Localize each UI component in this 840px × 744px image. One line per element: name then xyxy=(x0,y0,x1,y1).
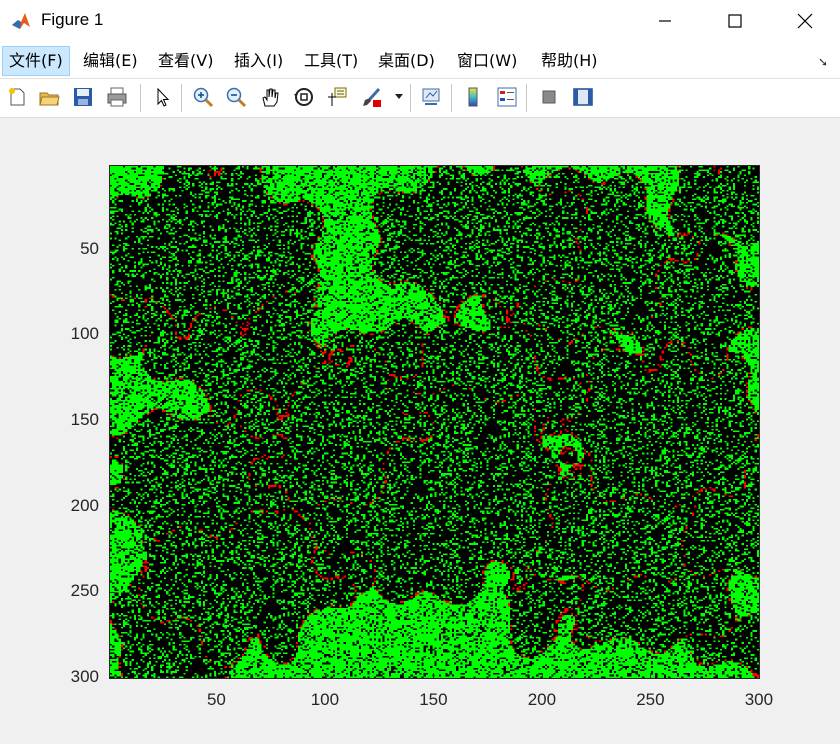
title-bar: Figure 1 xyxy=(0,0,840,42)
toolbar-separator xyxy=(451,84,452,112)
x-tick-label: 100 xyxy=(310,690,340,709)
print-button[interactable] xyxy=(103,83,131,111)
open-file-icon xyxy=(39,92,60,106)
brush-dropdown-button[interactable] xyxy=(390,83,408,111)
show-plot-tools-button[interactable] xyxy=(569,83,597,111)
y-tick-label: 150 xyxy=(70,410,99,430)
x-tick-label: 200 xyxy=(527,690,557,709)
hide-plot-tools-button[interactable] xyxy=(535,83,563,111)
x-tick-label: 50 xyxy=(206,690,226,709)
y-tick-mark xyxy=(109,507,115,508)
new-figure-button[interactable] xyxy=(3,83,31,111)
y-tick-mark xyxy=(109,335,115,336)
maximize-icon xyxy=(728,14,742,28)
save-button[interactable] xyxy=(69,83,97,111)
hide-plot-tools-icon xyxy=(542,90,556,104)
brush-icon xyxy=(363,87,381,107)
x-tick-mark xyxy=(325,673,326,679)
brush-dropdown-icon xyxy=(395,94,403,99)
data-cursor-icon xyxy=(328,87,347,106)
x-tick-label: 300 xyxy=(744,690,774,709)
menu-bar: 文件(F) 编辑(E) 查看(V) 插入(I) 工具(T) 桌面(D) 窗口(W… xyxy=(0,42,840,79)
minimize-icon xyxy=(659,20,671,22)
y-tick-label: 250 xyxy=(70,581,99,601)
menu-file[interactable]: 文件(F) xyxy=(2,46,70,76)
matlab-icon xyxy=(10,10,32,32)
zoom-in-button[interactable] xyxy=(189,83,217,111)
x-tick-mark xyxy=(216,673,217,679)
link-plot-icon xyxy=(422,88,440,105)
heatmap-image xyxy=(110,166,759,678)
toolbar-separator xyxy=(181,84,182,112)
x-tick-label: 250 xyxy=(636,690,665,709)
y-tick-mark xyxy=(109,592,115,593)
show-plot-tools-icon xyxy=(573,88,593,106)
edit-plot-arrow-icon xyxy=(157,87,170,107)
pan-hand-icon xyxy=(262,88,279,107)
new-figure-icon xyxy=(9,88,25,106)
open-file-button[interactable] xyxy=(35,83,63,111)
y-tick-mark xyxy=(109,421,115,422)
pan-button[interactable] xyxy=(256,83,284,111)
dock-arrow-icon[interactable]: ➘ xyxy=(818,55,828,69)
zoom-out-button[interactable] xyxy=(222,83,250,111)
minimize-button[interactable] xyxy=(630,0,700,42)
x-tick-mark xyxy=(759,673,760,679)
colorbar-icon xyxy=(468,87,478,107)
zoom-out-icon xyxy=(226,87,247,108)
x-tick-mark xyxy=(542,673,543,679)
brush-button[interactable] xyxy=(358,83,386,111)
maximize-button[interactable] xyxy=(700,0,770,42)
close-icon xyxy=(797,13,813,29)
toolbar-separator xyxy=(526,84,527,112)
menu-window[interactable]: 窗口(W) xyxy=(451,47,523,75)
menu-desktop[interactable]: 桌面(D) xyxy=(372,47,441,75)
x-tick-mark xyxy=(433,673,434,679)
save-icon xyxy=(74,88,92,106)
menu-help[interactable]: 帮助(H) xyxy=(535,47,604,75)
menu-view[interactable]: 查看(V) xyxy=(152,47,219,75)
close-button[interactable] xyxy=(770,0,840,42)
rotate-3d-button[interactable] xyxy=(290,83,318,111)
y-tick-label: 200 xyxy=(70,495,99,515)
edit-plot-button[interactable] xyxy=(148,83,176,111)
y-tick-label: 300 xyxy=(70,667,99,687)
menu-tools[interactable]: 工具(T) xyxy=(298,47,364,75)
rotate-3d-icon xyxy=(294,88,313,106)
zoom-in-icon xyxy=(193,87,214,108)
y-tick-mark xyxy=(109,678,115,679)
image-axes[interactable] xyxy=(109,165,760,679)
x-tick-label: 150 xyxy=(419,690,448,709)
toolbar-separator xyxy=(410,84,411,112)
window-title: Figure 1 xyxy=(41,10,104,29)
x-tick-mark xyxy=(650,673,651,679)
y-tick-mark xyxy=(109,250,115,251)
menu-edit[interactable]: 编辑(E) xyxy=(77,47,144,75)
y-tick-label: 100 xyxy=(70,324,99,344)
figure-toolbar xyxy=(0,79,840,118)
colorbar-button[interactable] xyxy=(459,83,487,111)
y-tick-label: 50 xyxy=(80,238,99,258)
link-plot-button[interactable] xyxy=(417,83,445,111)
print-icon xyxy=(107,87,127,107)
legend-icon xyxy=(497,87,517,107)
data-cursor-button[interactable] xyxy=(323,83,351,111)
menu-insert[interactable]: 插入(I) xyxy=(228,47,289,75)
legend-button[interactable] xyxy=(493,83,521,111)
toolbar-separator xyxy=(140,84,141,112)
